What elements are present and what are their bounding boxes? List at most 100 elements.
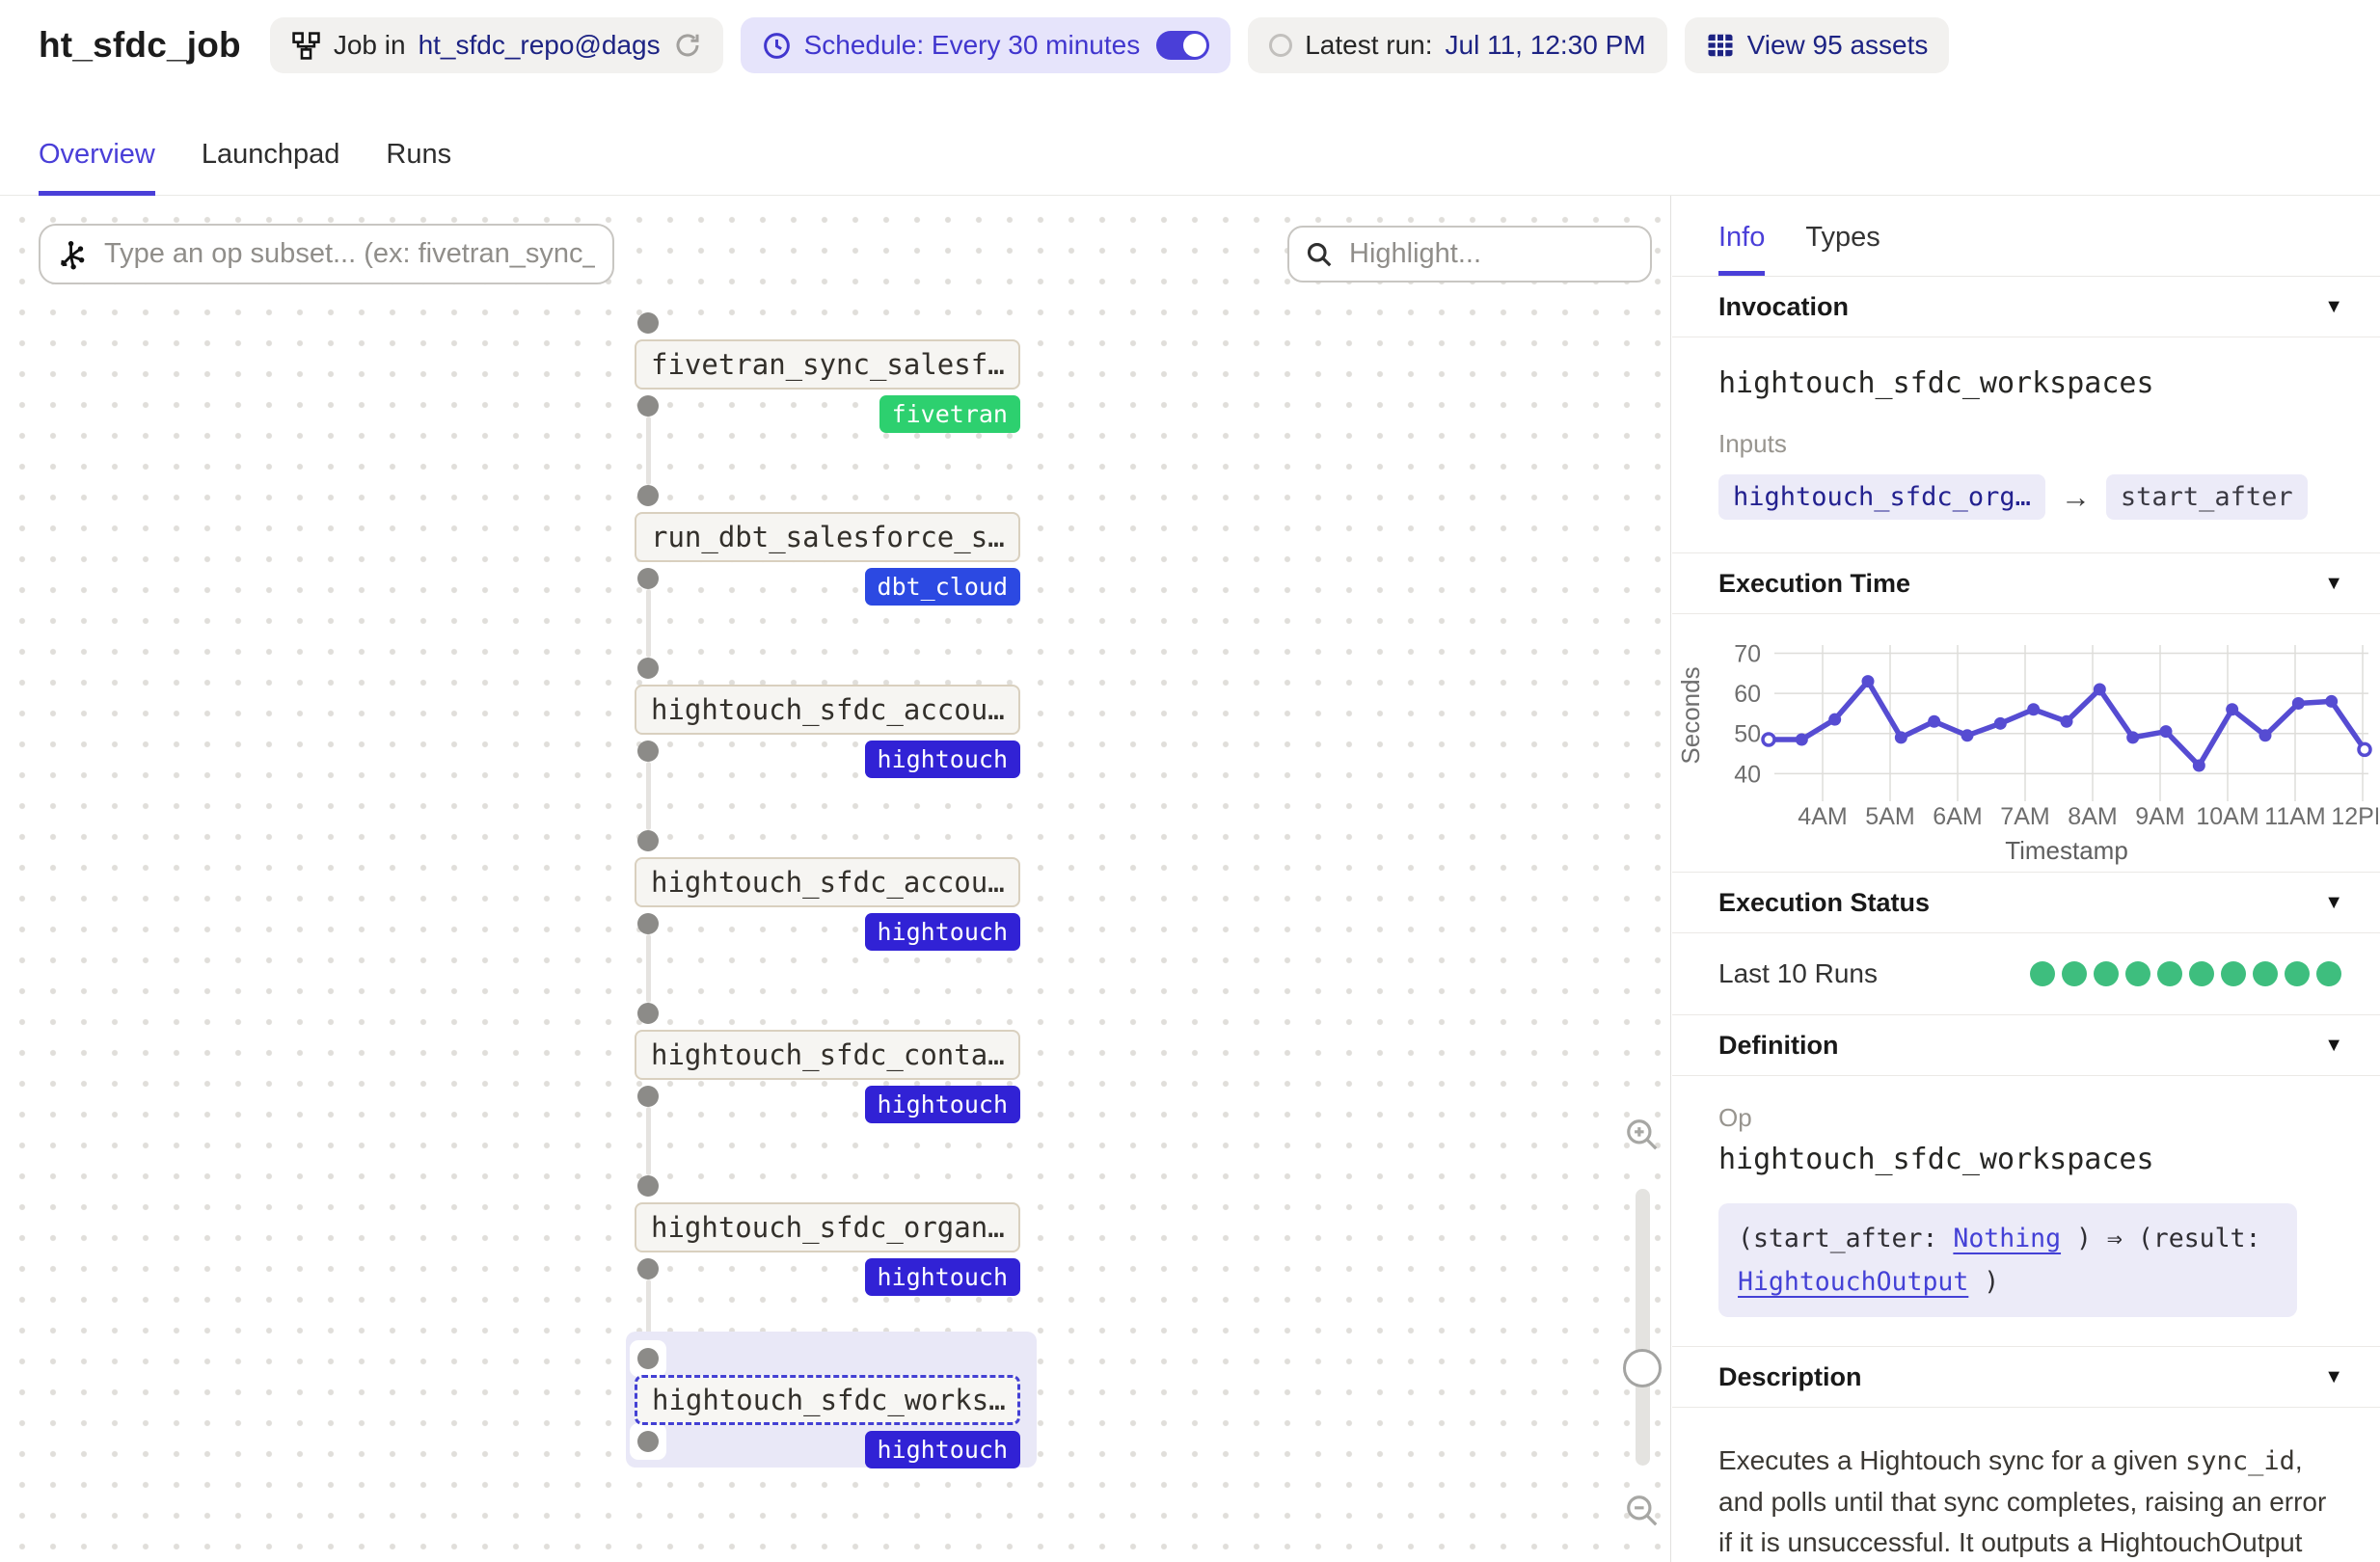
input-source-chip[interactable]: hightouch_sfdc_org… [1718,474,2045,520]
execution-time-section-header[interactable]: Execution Time ▼ [1672,553,2380,614]
inputs-row: hightouch_sfdc_org… → start_after [1718,474,2334,520]
zoom-slider-track[interactable] [1636,1189,1650,1466]
node-output-handle [637,913,659,934]
node-tag-row: hightouch [635,1258,1020,1296]
execution-time-chart: 40 50 60 70 4AM 5AM 6AM 7AM 8AM 9AM 10AM11AM12PM Ti… [1672,614,2380,873]
svg-text:8AM: 8AM [2068,803,2117,830]
description-code: sync_id [2185,1446,2295,1476]
dag-canvas[interactable]: fivetran_sync_salesf… fivetran run_dbt_sal… [0,196,1671,1562]
node-output-handle [637,741,659,762]
run-status-dot[interactable] [2221,961,2246,986]
dag-node-layer: fivetran_sync_salesf… fivetran run_dbt_sal… [0,0,1670,1562]
run-status-dot[interactable] [2189,961,2214,986]
definition-header-label: Definition [1718,1031,1838,1061]
svg-text:5AM: 5AM [1865,803,1914,830]
panel-tab-types[interactable]: Types [1805,222,1880,276]
zoom-slider-thumb[interactable] [1623,1349,1662,1387]
svg-text:10AM: 10AM [2196,803,2258,830]
node-tag[interactable]: hightouch [865,741,1020,778]
svg-text:7AM: 7AM [2000,803,2049,830]
execution-time-header-label: Execution Time [1718,569,1910,599]
svg-text:Timestamp: Timestamp [2005,836,2128,865]
svg-text:6AM: 6AM [1933,803,1982,830]
svg-text:4AM: 4AM [1798,803,1847,830]
node-tag-row: hightouch [635,913,1020,951]
execution-status-header-label: Execution Status [1718,888,1930,918]
node-output-handle [637,568,659,589]
dag-node[interactable]: run_dbt_salesforce_s… [635,512,1020,562]
svg-text:Seconds: Seconds [1676,666,1705,764]
assets-grid-icon [1706,31,1735,60]
invocation-body: hightouch_sfdc_workspaces Inputs hightou… [1672,337,2380,553]
run-status-dot[interactable] [2030,961,2055,986]
collapse-caret-icon: ▼ [2324,1035,2343,1057]
signature-text: ) [1968,1267,1999,1297]
panel-tab-info[interactable]: Info [1718,222,1765,276]
op-signature: (start_after: Nothing ) ⇒ (result: Hight… [1718,1203,2297,1317]
zoom-in-icon[interactable] [1624,1117,1661,1158]
run-status-dot[interactable] [2157,961,2182,986]
invocation-section-header[interactable]: Invocation ▼ [1672,277,2380,337]
dag-node[interactable]: hightouch_sfdc_conta… [635,1030,1020,1080]
node-tag-row: hightouch [635,1086,1020,1123]
node-tag[interactable]: hightouch [865,1086,1020,1123]
dag-node[interactable]: hightouch_sfdc_organ… [635,1202,1020,1252]
svg-text:12PM: 12PM [2331,803,2378,830]
last-10-runs-label: Last 10 Runs [1718,958,1878,989]
node-tag[interactable]: dbt_cloud [865,568,1020,606]
invocation-header-label: Invocation [1718,292,1849,322]
node-output-handle [637,1258,659,1279]
node-output-handle [637,1086,659,1107]
execution-time-chart-svg: 40 50 60 70 4AM 5AM 6AM 7AM 8AM 9AM 10AM11AM12PM Ti… [1676,624,2378,867]
run-status-dot[interactable] [2125,961,2150,986]
run-status-dot[interactable] [2062,961,2087,986]
dag-node[interactable]: hightouch_sfdc_accou… [635,685,1020,735]
op-label: Op [1718,1103,2334,1133]
execution-status-body: Last 10 Runs [1672,933,2380,1015]
node-input-handle [637,830,659,851]
dagster-job-page: ht_sfdc_job Job in ht_sfdc_repo@dags [0,0,2380,1562]
run-status-dot[interactable] [2253,961,2278,986]
svg-text:50: 50 [1734,721,1761,748]
description-header-label: Description [1718,1362,1862,1392]
dag-node[interactable]: hightouch_sfdc_accou… [635,857,1020,907]
svg-text:11AM: 11AM [2264,803,2325,830]
collapse-caret-icon: ▼ [2324,892,2343,914]
svg-text:40: 40 [1734,761,1761,788]
node-output-handle [637,395,659,417]
output-type-link[interactable]: HightouchOutput [1738,1267,1968,1297]
node-input-handle [637,658,659,679]
collapse-caret-icon: ▼ [2324,1366,2343,1388]
input-arrow-icon: → [2061,480,2091,515]
dag-node[interactable]: hightouch_sfdc_works… [635,1375,1020,1425]
run-status-dot[interactable] [2285,961,2310,986]
view-assets-label: View 95 assets [1747,30,1929,61]
svg-text:70: 70 [1734,640,1761,667]
description-segment: Executes a Hightouch sync for a given [1718,1445,2185,1475]
execution-status-section-header[interactable]: Execution Status ▼ [1672,873,2380,933]
collapse-caret-icon: ▼ [2324,296,2343,318]
node-tag[interactable]: hightouch [865,1258,1020,1296]
collapse-caret-icon: ▼ [2324,573,2343,595]
run-status-dots [2030,961,2341,986]
run-status-dot[interactable] [2094,961,2119,986]
node-tag[interactable]: hightouch [865,913,1020,951]
description-section-header[interactable]: Description ▼ [1672,1347,2380,1408]
input-type-link[interactable]: Nothing [1953,1224,2061,1253]
node-tag-row: hightouch [635,741,1020,778]
dag-node[interactable]: fivetran_sync_salesf… [635,339,1020,390]
info-panel: Info Types Invocation ▼ hightouch_sfdc_wo… [1672,196,2380,1562]
run-status-dot[interactable] [2316,961,2341,986]
node-output-handle [637,1431,659,1452]
panel-tab-bar: Info Types [1672,196,2380,277]
svg-text:60: 60 [1734,681,1761,708]
view-assets-pill[interactable]: View 95 assets [1685,17,1950,73]
node-tag-row: dbt_cloud [635,568,1020,606]
node-tag[interactable]: hightouch [865,1431,1020,1468]
zoom-out-icon[interactable] [1624,1493,1661,1534]
description-text: Executes a Hightouch sync for a given sy… [1672,1408,2380,1562]
svg-text:9AM: 9AM [2135,803,2184,830]
node-tag[interactable]: fivetran [879,395,1020,433]
definition-body: Op hightouch_sfdc_workspaces (start_afte… [1672,1076,2380,1347]
definition-section-header[interactable]: Definition ▼ [1672,1015,2380,1076]
